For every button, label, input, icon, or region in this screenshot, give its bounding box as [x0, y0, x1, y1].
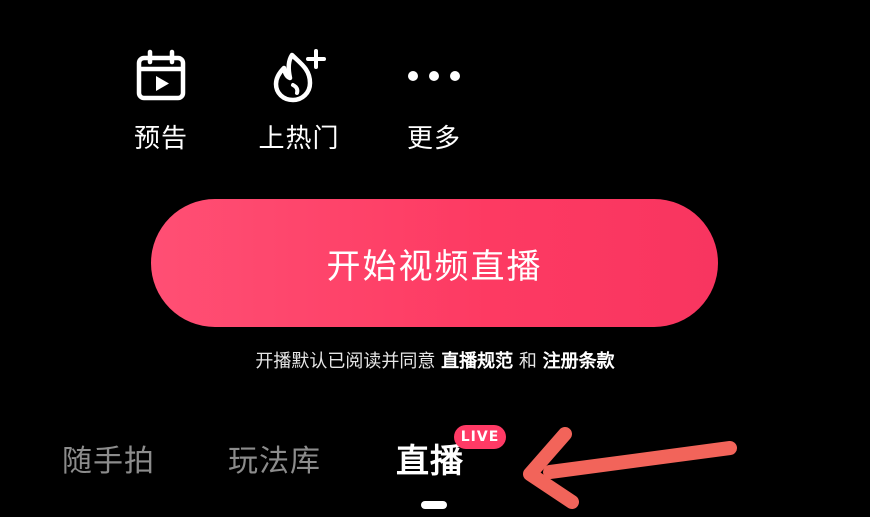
start-video-live-button[interactable]: 开始视频直播 — [151, 199, 718, 327]
live-rules-link[interactable]: 直播规范 — [441, 351, 513, 372]
hot-label: 上热门 — [258, 124, 340, 154]
preview-label: 预告 — [133, 124, 188, 154]
agreement-prefix: 开播默认已阅读并同意 — [255, 351, 442, 372]
calendar-play-icon — [131, 46, 191, 106]
tab-play-library[interactable]: 玩法库 — [228, 436, 321, 480]
agreement-middle: 和 — [513, 351, 543, 372]
live-badge: LIVE — [454, 425, 506, 449]
preview-action[interactable]: 预告 — [101, 46, 221, 155]
registration-terms-link[interactable]: 注册条款 — [543, 351, 615, 372]
more-dots-icon — [404, 46, 464, 106]
start-video-live-label: 开始视频直播 — [326, 246, 543, 287]
flame-plus-icon — [269, 46, 329, 106]
active-tab-indicator — [421, 501, 447, 509]
hot-action[interactable]: 上热门 — [239, 46, 359, 155]
annotation-arrow-icon — [523, 427, 737, 509]
agreement-text: 开播默认已阅读并同意 直播规范 和 注册条款 — [0, 347, 870, 373]
more-label: 更多 — [406, 124, 461, 154]
tab-handheld[interactable]: 随手拍 — [62, 436, 155, 480]
more-action[interactable]: 更多 — [374, 46, 494, 155]
live-start-screen: 预告 上热门 更多 开始视频直播 开播默认已阅读并同意 直播规范 和 注册条款 … — [0, 0, 870, 517]
